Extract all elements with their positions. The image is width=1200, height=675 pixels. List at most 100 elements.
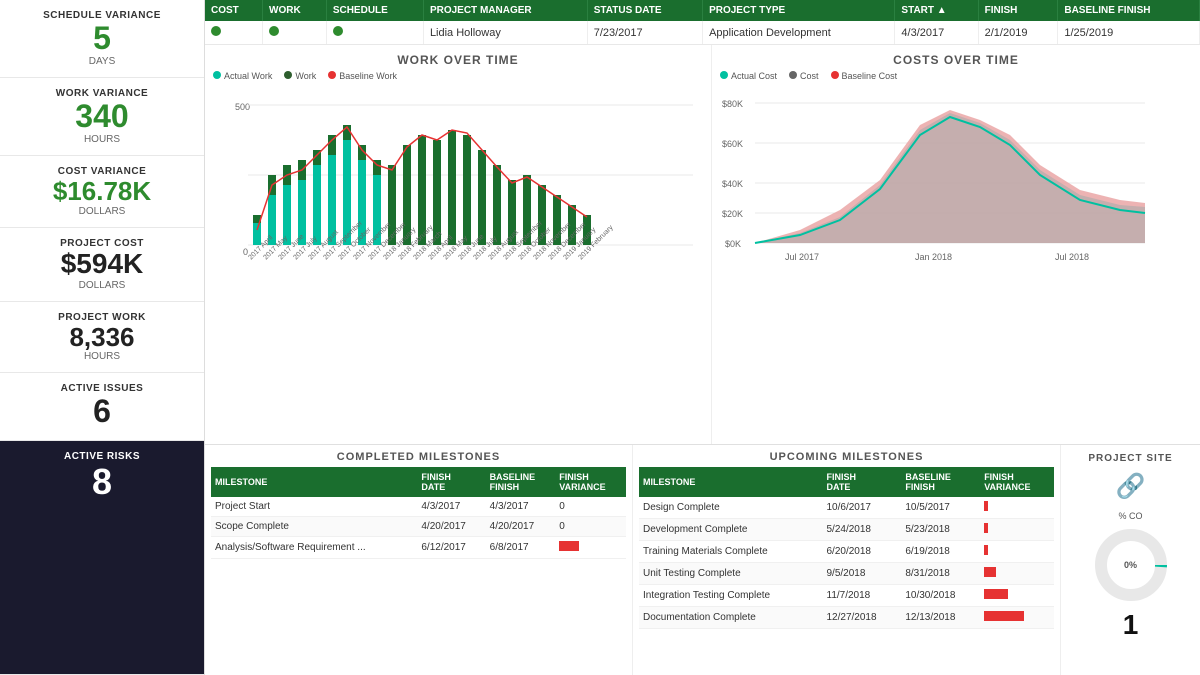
bar xyxy=(478,150,486,245)
baseline-finish: 4/3/2017 xyxy=(486,497,556,517)
baseline-work-dot xyxy=(328,71,336,79)
project-work-value: 8,336 xyxy=(12,323,192,352)
project-info-table: COST WORK SCHEDULE PROJECT MANAGER STATU… xyxy=(205,0,1200,45)
upcoming-milestones-panel: UPCOMING MILESTONES MILESTONE FINISHDATE… xyxy=(633,445,1060,675)
um-variance-header: FINISHVARIANCE xyxy=(980,467,1054,497)
cost-dot-legend xyxy=(789,71,797,79)
cm-variance-header: FINISHVARIANCE xyxy=(555,467,626,497)
schedule-status xyxy=(326,21,423,45)
col-start[interactable]: START ▲ xyxy=(895,0,978,21)
baseline-finish-date: 1/25/2019 xyxy=(1058,21,1200,45)
table-row: Scope Complete 4/20/2017 4/20/2017 0 xyxy=(211,517,626,537)
work-variance-value: 340 xyxy=(12,99,192,134)
col-project-type: PROJECT TYPE xyxy=(703,0,895,21)
finish-date: 2/1/2019 xyxy=(978,21,1058,45)
finish-date: 4/3/2017 xyxy=(417,497,485,517)
col-status-date: STATUS DATE xyxy=(587,0,702,21)
um-finish-date-header: FINISHDATE xyxy=(823,467,902,497)
table-row: Integration Testing Complete 11/7/2018 1… xyxy=(639,585,1054,607)
baseline-finish: 10/5/2017 xyxy=(901,497,980,519)
project-site-panel: PROJECT SITE 🔗 % CO 0% 1 xyxy=(1060,445,1200,675)
variance-cell xyxy=(555,537,626,559)
cost-variance-unit: DOLLARS xyxy=(12,206,192,217)
finish-date: 9/5/2018 xyxy=(823,563,902,585)
milestone-name: Unit Testing Complete xyxy=(639,563,823,585)
actual-work-legend: Actual Work xyxy=(213,71,272,81)
col-baseline-finish: BASELINE FINISH xyxy=(1058,0,1200,21)
active-issues-panel: ACTIVE ISSUES 6 xyxy=(0,373,204,440)
status-date: 7/23/2017 xyxy=(587,21,702,45)
variance-cell xyxy=(980,585,1054,607)
table-row: Project Start 4/3/2017 4/3/2017 0 xyxy=(211,497,626,517)
baseline-finish: 6/8/2017 xyxy=(486,537,556,559)
costs-chart-svg: $80K $60K $40K $20K $0K xyxy=(720,85,1150,265)
milestone-name: Documentation Complete xyxy=(639,607,823,629)
costs-chart-title: COSTS OVER TIME xyxy=(720,53,1192,67)
baseline-finish: 5/23/2018 xyxy=(901,519,980,541)
svg-text:500: 500 xyxy=(235,102,250,112)
cost-variance-panel: COST VARIANCE $16.78K DOLLARS xyxy=(0,156,204,228)
actual-cost-dot xyxy=(720,71,728,79)
project-site-title: PROJECT SITE xyxy=(1088,453,1172,464)
milestone-name: Training Materials Complete xyxy=(639,541,823,563)
schedule-variance-value: 5 xyxy=(12,21,192,56)
main-content: COST WORK SCHEDULE PROJECT MANAGER STATU… xyxy=(205,0,1200,675)
milestone-name: Integration Testing Complete xyxy=(639,585,823,607)
work-status xyxy=(263,21,327,45)
actual-bar xyxy=(253,223,261,245)
percent-complete-value: 0% xyxy=(1124,560,1137,570)
big-number: 1 xyxy=(1123,609,1139,641)
svg-text:$20K: $20K xyxy=(722,209,743,219)
baseline-work-legend: Baseline Work xyxy=(328,71,397,81)
work-dot-legend xyxy=(284,71,292,79)
completed-milestones-title: COMPLETED MILESTONES xyxy=(211,451,626,463)
cost-variance-value: $16.78K xyxy=(12,177,192,206)
milestone-name: Development Complete xyxy=(639,519,823,541)
baseline-cost-dot xyxy=(831,71,839,79)
svg-text:Jul 2017: Jul 2017 xyxy=(785,252,819,262)
table-row: Design Complete 10/6/2017 10/5/2017 xyxy=(639,497,1054,519)
work-chart-title: WORK OVER TIME xyxy=(213,53,703,67)
project-cost-unit: DOLLARS xyxy=(12,280,192,291)
work-variance-unit: HOURS xyxy=(12,134,192,145)
actual-cost-legend: Actual Cost xyxy=(720,71,777,81)
table-row: Lidia Holloway 7/23/2017 Application Dev… xyxy=(205,21,1200,45)
upcoming-milestones-table: MILESTONE FINISHDATE BASELINEFINISH FINI… xyxy=(639,467,1054,629)
table-row: Documentation Complete 12/27/2018 12/13/… xyxy=(639,607,1054,629)
costs-chart-legend: Actual Cost Cost Baseline Cost xyxy=(720,71,1192,81)
charts-row: WORK OVER TIME Actual Work Work Baseline… xyxy=(205,45,1200,445)
active-issues-value: 6 xyxy=(12,394,192,429)
costs-chart-area: $80K $60K $40K $20K $0K xyxy=(720,85,1192,245)
variance-cell xyxy=(980,563,1054,585)
work-chart-svg: 500 0 xyxy=(213,85,703,265)
cost-status xyxy=(205,21,263,45)
manager-name: Lidia Holloway xyxy=(423,21,587,45)
table-row: Training Materials Complete 6/20/2018 6/… xyxy=(639,541,1054,563)
baseline-finish: 6/19/2018 xyxy=(901,541,980,563)
work-dot xyxy=(269,26,279,36)
finish-date: 12/27/2018 xyxy=(823,607,902,629)
completed-milestones-panel: COMPLETED MILESTONES MILESTONE FINISHDAT… xyxy=(205,445,633,675)
project-cost-value: $594K xyxy=(12,249,192,280)
cm-milestone-header: MILESTONE xyxy=(211,467,417,497)
col-finish: FINISH xyxy=(978,0,1058,21)
project-cost-panel: PROJECT COST $594K DOLLARS xyxy=(0,228,204,302)
um-milestone-header: MILESTONE xyxy=(639,467,823,497)
cost-legend: Cost xyxy=(789,71,819,81)
svg-text:$40K: $40K xyxy=(722,179,743,189)
variance-cell xyxy=(980,497,1054,519)
milestones-row: COMPLETED MILESTONES MILESTONE FINISHDAT… xyxy=(205,445,1200,675)
project-site-link-icon[interactable]: 🔗 xyxy=(1116,472,1146,501)
finish-date: 4/20/2017 xyxy=(417,517,485,537)
work-variance-panel: WORK VARIANCE 340 HOURS xyxy=(0,78,204,156)
finish-date: 5/24/2018 xyxy=(823,519,902,541)
baseline-finish: 4/20/2017 xyxy=(486,517,556,537)
finish-date: 10/6/2017 xyxy=(823,497,902,519)
svg-text:$60K: $60K xyxy=(722,139,743,149)
actual-bar xyxy=(313,165,321,245)
variance-cell xyxy=(980,541,1054,563)
schedule-variance-unit: DAYS xyxy=(12,56,192,67)
table-row: Development Complete 5/24/2018 5/23/2018 xyxy=(639,519,1054,541)
sidebar: SCHEDULE VARIANCE 5 DAYS WORK VARIANCE 3… xyxy=(0,0,205,675)
variance-cell xyxy=(980,519,1054,541)
